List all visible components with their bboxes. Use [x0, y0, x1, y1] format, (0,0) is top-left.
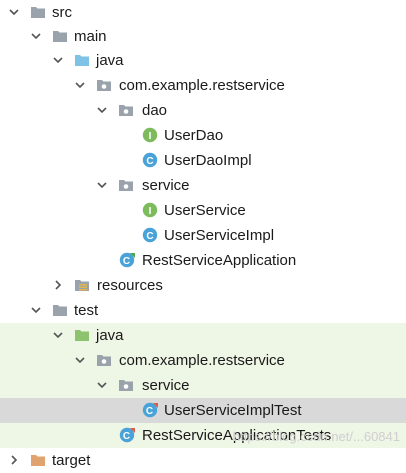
- tree-row-test-java[interactable]: java: [0, 323, 406, 348]
- tree-row-label: dao: [142, 102, 168, 119]
- tree-row-java[interactable]: java: [0, 48, 406, 73]
- excluded-folder-icon: [31, 455, 45, 466]
- tree-row-target[interactable]: target: [0, 448, 406, 473]
- tree-row-label: com.example.restservice: [119, 352, 285, 369]
- chevron-down-icon[interactable]: [96, 179, 108, 191]
- tree-row-resources[interactable]: resources: [0, 273, 406, 298]
- test-class-icon: C: [119, 427, 135, 443]
- package-icon: [119, 105, 133, 116]
- tree-row-label: UserServiceImplTest: [164, 402, 302, 419]
- chevron-right-icon[interactable]: [52, 279, 64, 291]
- tree-row-userdaoimpl[interactable]: C UserDaoImpl: [0, 148, 406, 173]
- tree-row-label: main: [74, 28, 107, 45]
- resources-folder-icon: [75, 280, 89, 291]
- tree-row-main[interactable]: main: [0, 24, 406, 49]
- package-icon: [119, 180, 133, 191]
- tree-row-test-service[interactable]: service: [0, 373, 406, 398]
- tree-row-label: java: [96, 327, 124, 344]
- folder-icon: [53, 305, 67, 316]
- tree-row-label: service: [142, 377, 190, 394]
- svg-text:C: C: [146, 406, 153, 417]
- chevron-down-icon[interactable]: [74, 354, 86, 366]
- package-icon: [119, 380, 133, 391]
- tree-row-label: src: [52, 4, 72, 21]
- project-tree: src main java com.example.restservice da…: [0, 0, 406, 469]
- folder-icon: [53, 31, 67, 42]
- svg-text:I: I: [149, 206, 152, 217]
- spring-boot-class-icon: C: [119, 252, 135, 268]
- svg-text:C: C: [123, 431, 130, 442]
- folder-icon: [31, 7, 45, 18]
- interface-icon: I: [142, 127, 158, 143]
- tree-row-userserviceimpl[interactable]: C UserServiceImpl: [0, 223, 406, 248]
- tree-row-label: UserService: [164, 202, 246, 219]
- tree-row-test[interactable]: test: [0, 298, 406, 323]
- tree-row-package[interactable]: com.example.restservice: [0, 73, 406, 98]
- tree-row-userservice[interactable]: I UserService: [0, 198, 406, 223]
- tree-row-test-package[interactable]: com.example.restservice: [0, 348, 406, 373]
- svg-text:I: I: [149, 131, 152, 142]
- tree-row-userdao[interactable]: I UserDao: [0, 123, 406, 148]
- svg-text:C: C: [146, 156, 153, 167]
- source-folder-icon: [75, 55, 89, 66]
- tree-row-label: com.example.restservice: [119, 77, 285, 94]
- tree-row-src[interactable]: src: [0, 0, 406, 25]
- tree-row-label: service: [142, 177, 190, 194]
- tree-row-label: UserDao: [164, 127, 224, 144]
- chevron-down-icon[interactable]: [30, 304, 42, 316]
- chevron-down-icon[interactable]: [52, 329, 64, 341]
- tree-row-label: RestServiceApplication: [142, 252, 297, 269]
- tree-row-label: java: [96, 52, 124, 69]
- chevron-down-icon[interactable]: [96, 379, 108, 391]
- chevron-down-icon[interactable]: [8, 6, 20, 18]
- tree-row-userserviceimpltest[interactable]: C UserServiceImplTest: [0, 398, 406, 423]
- chevron-down-icon[interactable]: [52, 54, 64, 66]
- chevron-down-icon[interactable]: [74, 79, 86, 91]
- class-icon: C: [142, 227, 158, 243]
- chevron-down-icon[interactable]: [96, 104, 108, 116]
- test-class-icon: C: [142, 402, 158, 418]
- tree-row-service[interactable]: service: [0, 173, 406, 198]
- package-icon: [97, 355, 111, 366]
- svg-text:C: C: [123, 256, 130, 267]
- tree-row-dao[interactable]: dao: [0, 98, 406, 123]
- tree-row-label: UserDaoImpl: [164, 152, 252, 169]
- tree-row-label: resources: [97, 277, 163, 294]
- tree-row-label: target: [52, 452, 91, 469]
- tree-row-label: UserServiceImpl: [164, 227, 275, 244]
- svg-text:C: C: [146, 231, 153, 242]
- chevron-right-icon[interactable]: [8, 454, 20, 466]
- chevron-down-icon[interactable]: [30, 30, 42, 42]
- class-icon: C: [142, 152, 158, 168]
- interface-icon: I: [142, 202, 158, 218]
- test-source-folder-icon: [75, 330, 89, 341]
- tree-row-label: test: [74, 302, 99, 319]
- tree-row-restserviceapplication[interactable]: C RestServiceApplication: [0, 248, 406, 273]
- package-icon: [97, 80, 111, 91]
- watermark: https://blog.csdn.net/...60841: [233, 429, 400, 444]
